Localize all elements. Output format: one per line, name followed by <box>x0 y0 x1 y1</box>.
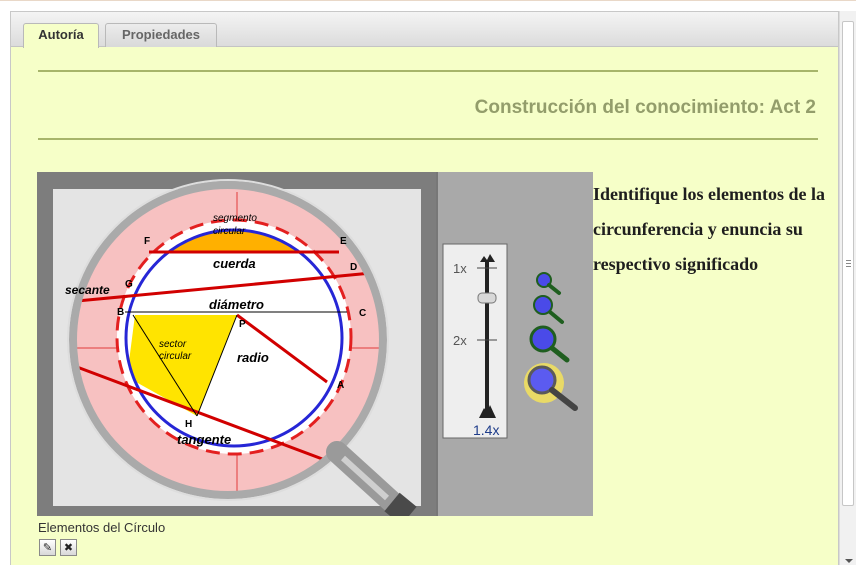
delete-x-icon[interactable]: ✖ <box>60 539 77 556</box>
svg-text:1x: 1x <box>453 261 467 276</box>
vertical-scrollbar[interactable] <box>839 11 856 565</box>
svg-text:2x: 2x <box>453 333 467 348</box>
svg-text:circular: circular <box>213 226 246 237</box>
top-divider <box>38 70 818 72</box>
svg-text:H: H <box>185 419 192 430</box>
scrollbar-thumb[interactable] <box>842 21 854 506</box>
edit-pencil-icon[interactable]: ✎ <box>39 539 56 556</box>
label-secant: secante <box>65 283 110 297</box>
activity-prompt: Identifique los elementos de la circunfe… <box>593 184 825 274</box>
svg-text:C: C <box>359 308 366 319</box>
tab-propiedades[interactable]: Propiedades <box>105 23 217 47</box>
authoring-panel: Autoría Propiedades Construcción del con… <box>10 11 839 565</box>
figure-caption: Elementos del Círculo <box>38 520 166 535</box>
label-segment: segmento <box>213 213 257 224</box>
scroll-down-arrow-icon[interactable] <box>845 559 853 563</box>
svg-text:B: B <box>117 307 124 318</box>
label-radius: radio <box>237 350 269 365</box>
zoom-slider[interactable]: 1x 2x 1.4x <box>442 243 508 439</box>
scrollbar-grip-icon <box>846 260 851 267</box>
section-title: Construcción del conocimiento: Act 2 <box>474 97 816 118</box>
svg-text:D: D <box>350 262 357 273</box>
label-chord: cuerda <box>213 256 256 271</box>
svg-text:circular: circular <box>159 351 192 362</box>
svg-text:F: F <box>144 236 150 247</box>
svg-text:P: P <box>239 319 246 330</box>
figure-graphic: segmento circular cuerda secante diámetr… <box>37 172 593 516</box>
tab-autoria[interactable]: Autoría <box>23 23 99 48</box>
top-border <box>0 0 856 1</box>
label-tangent: tangente <box>177 432 231 447</box>
svg-text:G: G <box>125 279 133 290</box>
svg-text:1.4x: 1.4x <box>473 422 499 438</box>
circle-elements-figure: segmento circular cuerda secante diámetr… <box>37 172 593 516</box>
svg-text:A: A <box>337 380 344 391</box>
svg-text:sector: sector <box>159 339 187 350</box>
svg-text:E: E <box>340 236 347 247</box>
label-diameter: diámetro <box>209 297 264 312</box>
bottom-divider <box>38 138 818 140</box>
tab-bar: Autoría Propiedades <box>11 12 838 48</box>
